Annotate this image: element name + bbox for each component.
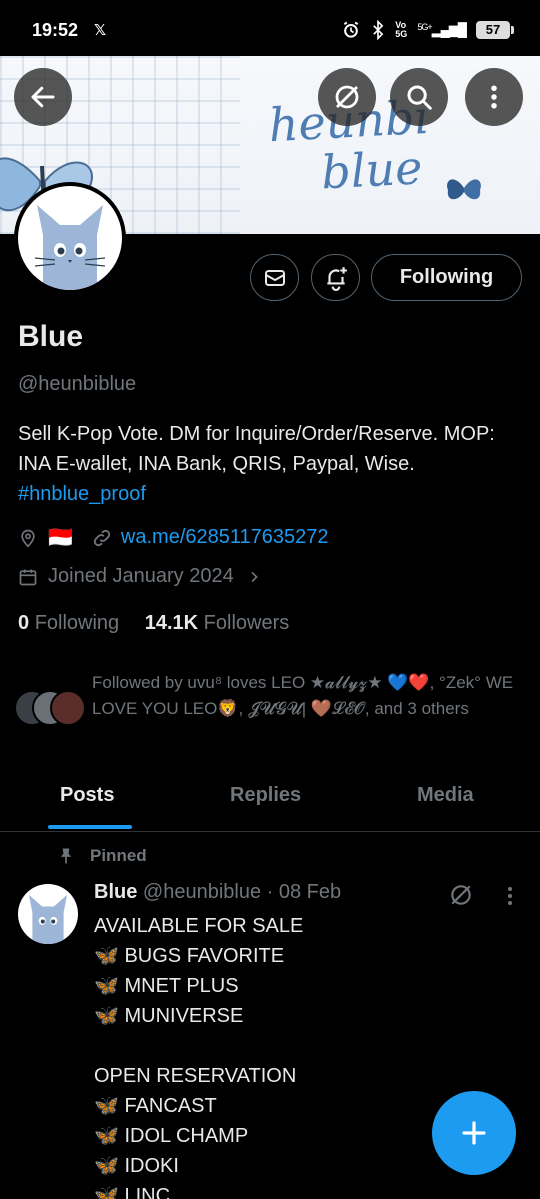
plus-icon: [462, 1121, 486, 1145]
location-pin-icon: [21, 529, 35, 548]
calendar-icon: [19, 569, 37, 585]
tab-posts[interactable]: Posts: [60, 784, 114, 807]
profile-meta-location: 🇮🇩 wa.me/6285117635272: [18, 525, 328, 550]
followers-label: Followers: [203, 612, 290, 634]
location-flag: 🇮🇩: [48, 527, 73, 549]
post-line: 🦋 BUGS FAVORITE: [94, 945, 285, 967]
post-line: OPEN RESERVATION: [94, 1065, 297, 1087]
status-bar: 19:52 𝕏 Vo 5G 5G+▂▄▆█ 57: [0, 0, 540, 56]
pin-icon: [61, 848, 71, 864]
post-date: · 08 Feb: [266, 881, 342, 903]
link-icon: [93, 529, 111, 546]
search-button[interactable]: [390, 68, 448, 126]
profile-handle: @heunbiblue: [18, 373, 137, 395]
x-notification-icon: 𝕏: [94, 22, 107, 39]
profile-website-link[interactable]: wa.me/6285117635272: [121, 526, 329, 549]
tab-media[interactable]: Media: [417, 784, 474, 807]
followers-stat[interactable]: 14.1K Followers: [145, 612, 290, 634]
joined-date: Joined January 2024: [48, 565, 234, 587]
post-author-avatar[interactable]: [18, 884, 78, 944]
following-stat[interactable]: 0 Following: [18, 612, 119, 634]
status-icons: Vo 5G 5G+▂▄▆█ 57: [341, 20, 514, 40]
status-time: 19:52: [32, 20, 79, 40]
small-butterfly-illustration: [447, 179, 481, 200]
chevron-right-icon[interactable]: [246, 569, 262, 585]
following-count: 0: [18, 612, 30, 634]
active-tab-indicator: [48, 825, 132, 829]
post-line: 🦋 MNET PLUS: [94, 975, 239, 997]
profile-name: Blue: [18, 320, 84, 353]
bell-plus-icon: [326, 266, 347, 291]
post-author-name[interactable]: Blue: [94, 881, 137, 903]
grok-icon[interactable]: [448, 882, 474, 908]
bio-hashtag[interactable]: #hnblue_proof: [18, 483, 146, 505]
volte-icon: Vo 5G: [395, 20, 408, 39]
message-button[interactable]: [250, 254, 299, 301]
back-arrow-icon: [31, 86, 55, 108]
cat-avatar-icon: [28, 894, 68, 944]
post-line: 🦋 LINC: [94, 1185, 171, 1199]
cat-avatar-icon: [34, 205, 106, 290]
post-body[interactable]: AVAILABLE FOR SALE 🦋 BUGS FAVORITE 🦋 MNE…: [94, 911, 494, 1199]
followed-by-avatars: [14, 690, 94, 726]
followers-count: 14.1K: [144, 612, 199, 634]
battery-icon: 57: [476, 21, 514, 39]
post-more-icon[interactable]: [498, 884, 522, 908]
grok-button[interactable]: [318, 68, 376, 126]
profile-bio: Sell K-Pop Vote. DM for Inquire/Order/Re…: [18, 419, 518, 509]
profile-tabs: Posts Replies Media: [0, 770, 540, 832]
bio-text: Sell K-Pop Vote. DM for Inquire/Order/Re…: [18, 423, 495, 475]
following-label: Following: [34, 612, 120, 634]
compose-button[interactable]: [432, 1091, 516, 1175]
post-line: [94, 1031, 494, 1061]
signal-icon: 5G+▂▄▆█: [417, 22, 467, 37]
notify-button[interactable]: [311, 254, 360, 301]
post-header: Blue @heunbiblue · 08 Feb: [94, 881, 341, 904]
pinned-text: Pinned: [90, 846, 147, 865]
follower-avatar: [50, 690, 86, 726]
post-author-handle[interactable]: @heunbiblue: [143, 881, 261, 903]
profile-meta-joined: Joined January 2024: [18, 565, 262, 588]
more-button[interactable]: [465, 68, 523, 126]
bluetooth-icon: [373, 20, 384, 40]
pinned-label: Pinned: [56, 846, 147, 866]
post-line: AVAILABLE FOR SALE: [94, 915, 304, 937]
profile-avatar[interactable]: [14, 182, 126, 294]
followed-by-text: Followed by uvu⁸ loves LEO ★𝓪𝓵𝓵𝔂𝔃★ 💙❤️, …: [92, 673, 514, 718]
back-button[interactable]: [14, 68, 72, 126]
grok-icon: [335, 85, 359, 109]
alarm-icon: [344, 21, 359, 38]
search-icon: [407, 85, 432, 110]
following-button[interactable]: Following: [371, 254, 522, 301]
post-line: 🦋 IDOKI: [94, 1155, 179, 1177]
post-line: 🦋 MUNIVERSE: [94, 1005, 244, 1027]
envelope-icon: [264, 269, 285, 286]
tab-replies[interactable]: Replies: [230, 784, 301, 807]
more-vertical-icon: [491, 85, 497, 109]
follow-stats: 0 Following 14.1K Followers: [18, 612, 289, 635]
